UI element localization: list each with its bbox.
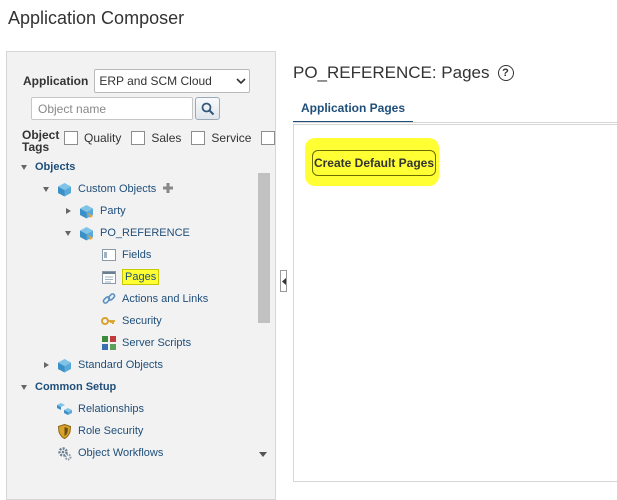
tree-node-common-setup[interactable]: Common Setup: [19, 379, 116, 395]
tree-node-fields[interactable]: Fields: [101, 247, 151, 263]
tree-node-actions-and-links[interactable]: Actions and Links: [101, 291, 208, 307]
collapse-left-icon: [281, 277, 286, 285]
chevron-down-icon: [233, 77, 249, 85]
relationships-icon: [57, 402, 72, 417]
key-icon: [101, 314, 116, 329]
magnifier-icon: [201, 102, 214, 115]
panel-collapse-splitter[interactable]: [280, 270, 287, 292]
page-title: PO_REFERENCE: Pages ?: [293, 63, 514, 83]
tree-node-custom-objects[interactable]: Custom Objects: [41, 181, 174, 197]
tree-node-po-reference[interactable]: PO_REFERENCE: [63, 225, 190, 241]
object-name-search-input[interactable]: Object name: [31, 97, 193, 120]
tree-node-role-security[interactable]: Role Security: [57, 423, 143, 439]
create-default-pages-label: Create Default Pages: [313, 156, 435, 170]
search-row: Object name: [31, 97, 220, 120]
application-select-value: ERP and SCM Cloud: [99, 74, 212, 88]
scripts-icon: [101, 336, 116, 351]
tag-sales[interactable]: Sales: [131, 131, 181, 145]
fields-icon: [101, 248, 116, 263]
tree-scrollbar[interactable]: [258, 170, 270, 463]
tag-service[interactable]: Service: [191, 131, 251, 145]
tree-node-pages[interactable]: Pages: [101, 269, 160, 285]
cube-icon: [57, 358, 72, 373]
tab-application-pages[interactable]: Application Pages: [293, 94, 414, 123]
search-placeholder: Object name: [38, 101, 107, 116]
object-tags-label: Object Tags: [22, 128, 60, 154]
triangle-down-icon[interactable]: [19, 162, 29, 172]
tree-node-party[interactable]: Party: [63, 203, 126, 219]
application-select[interactable]: ERP and SCM Cloud: [94, 69, 251, 93]
search-button[interactable]: [195, 97, 220, 120]
tag-checkbox[interactable]: [191, 131, 206, 145]
triangle-right-icon[interactable]: [41, 360, 51, 370]
tag-checkbox[interactable]: [131, 131, 146, 145]
scroll-down-icon[interactable]: [259, 450, 267, 458]
triangle-down-icon[interactable]: [19, 382, 29, 392]
tag-checkbox[interactable]: [261, 131, 275, 145]
page-title-text: PO_REFERENCE: Pages: [293, 63, 490, 82]
tree-node-security[interactable]: Security: [101, 313, 162, 329]
tag-pf[interactable]: PF: [261, 131, 275, 145]
scrollbar-thumb[interactable]: [258, 173, 270, 323]
tag-checkbox[interactable]: [64, 131, 78, 145]
cube-icon: [79, 204, 94, 219]
tree-node-relationships[interactable]: Relationships: [57, 401, 144, 417]
plus-icon[interactable]: [162, 182, 174, 197]
pages-icon: [101, 270, 116, 285]
triangle-right-icon[interactable]: [63, 206, 73, 216]
tab-divider: [293, 122, 617, 123]
help-icon[interactable]: ?: [497, 65, 514, 81]
application-row: Application ERP and SCM Cloud: [23, 69, 251, 93]
tree-node-standard-objects[interactable]: Standard Objects: [41, 357, 163, 373]
tree-node-object-workflows[interactable]: Object Workflows: [57, 445, 163, 461]
tag-quality[interactable]: Quality: [64, 131, 121, 145]
triangle-down-icon[interactable]: [63, 228, 73, 238]
shield-icon: [57, 423, 72, 439]
link-chain-icon: [101, 292, 116, 307]
triangle-down-icon[interactable]: [41, 184, 51, 194]
app-title: Application Composer: [8, 8, 185, 28]
create-default-pages-button[interactable]: Create Default Pages: [312, 150, 436, 176]
tab-label: Application Pages: [301, 100, 406, 115]
object-tags-row: Object Tags Quality Sales Service PF: [22, 128, 275, 154]
left-navigation-panel: Application ERP and SCM Cloud Object nam…: [6, 51, 276, 500]
application-label: Application: [23, 74, 89, 88]
tree-node-objects[interactable]: Objects: [19, 159, 75, 175]
cube-icon: [79, 226, 94, 241]
gear-icon: [57, 446, 72, 461]
tree-node-server-scripts[interactable]: Server Scripts: [101, 335, 191, 351]
cube-icon: [57, 182, 72, 197]
